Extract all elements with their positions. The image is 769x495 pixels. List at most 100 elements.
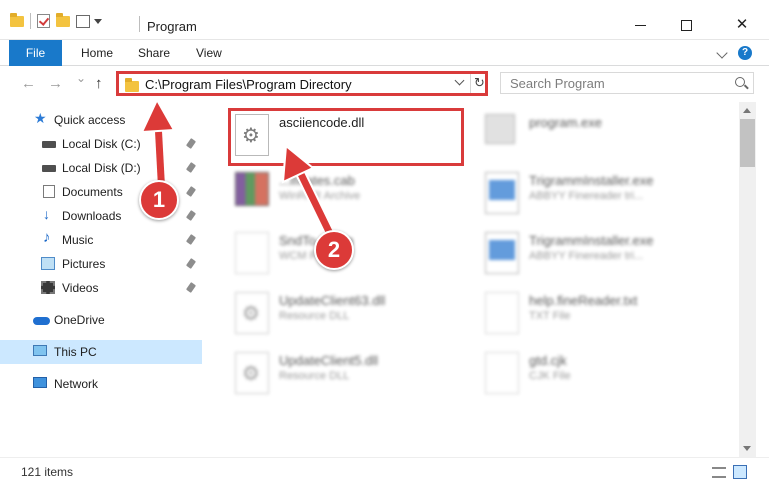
toolbar-separator (30, 13, 31, 29)
minimize-icon (634, 24, 646, 26)
new-folder-icon[interactable] (56, 12, 70, 27)
window-title: Program (147, 19, 197, 34)
file-item[interactable]: gtd.cjk CJK File (479, 346, 719, 402)
address-dropdown-icon[interactable] (454, 75, 465, 86)
sidebar-item-label: Quick access (54, 113, 126, 127)
recent-locations-button[interactable]: ⌄ (76, 71, 86, 85)
quick-access-star-icon: ★ (34, 110, 47, 126)
file-item[interactable]: TrigrammInstaller.exe ABBYY Finereader t… (479, 166, 719, 222)
file-type: WinRAR Archive (279, 190, 361, 202)
videos-icon (41, 281, 55, 294)
sidebar-item-videos[interactable]: Videos (0, 276, 202, 300)
pin-icon[interactable] (185, 162, 197, 173)
vertical-scrollbar[interactable] (739, 102, 756, 457)
sidebar-item-label: OneDrive (54, 313, 105, 327)
item-count: 121 items (21, 465, 74, 479)
scroll-down-icon[interactable] (743, 446, 751, 451)
search-input[interactable]: Search Program (500, 72, 754, 94)
sidebar-item-label: Local Disk (D:) (62, 161, 141, 175)
file-type: ABBYY Finereader tri... (529, 250, 644, 262)
blank-file-icon (235, 232, 269, 274)
large-icons-view-icon[interactable] (733, 465, 747, 479)
sidebar-item-label: Network (54, 377, 99, 391)
pin-icon[interactable] (185, 282, 197, 293)
music-icon: ♪ (43, 229, 51, 246)
file-item[interactable]: TrigrammInstaller.exe ABBYY Finereader t… (479, 226, 719, 282)
scrollbar-thumb[interactable] (740, 119, 755, 167)
sidebar-item-music[interactable]: ♪ Music (0, 228, 202, 252)
details-view-icon[interactable] (712, 467, 726, 478)
pin-icon[interactable] (185, 234, 197, 245)
archive-icon (235, 172, 269, 206)
installer-icon (485, 172, 519, 214)
file-type: Resource DLL (279, 370, 350, 382)
disk-icon (42, 141, 56, 148)
blank-file-icon (485, 352, 519, 394)
file-name: ...ificates.cab (279, 173, 355, 188)
close-button[interactable]: ✕ (720, 10, 764, 40)
sidebar-item-label: Downloads (62, 209, 122, 223)
file-name: help.fineReader.txt (529, 293, 638, 308)
properties-icon[interactable] (76, 14, 90, 28)
tab-file[interactable]: File (9, 40, 62, 66)
sidebar-item-label: Pictures (62, 257, 106, 271)
file-name: UpdateClient5.dll (279, 353, 379, 368)
customize-toolbar-dropdown-icon[interactable] (94, 18, 102, 24)
minimize-button[interactable] (618, 10, 662, 40)
sidebar-item-label: Music (62, 233, 94, 247)
sidebar-item-quick-access[interactable]: ★ Quick access (0, 108, 202, 132)
address-bar[interactable]: C:\Program Files\Program Directory ↻ (116, 71, 488, 96)
sidebar-item-label: This PC (54, 345, 97, 359)
file-name: TrigrammInstaller.exe (529, 173, 654, 188)
file-item[interactable]: UpdateClient5.dll Resource DLL (229, 346, 469, 402)
file-item[interactable]: UpdateClient63.dll Resource DLL (229, 286, 469, 342)
refresh-icon[interactable]: ↻ (474, 75, 485, 91)
gear-file-icon (235, 352, 269, 394)
folder-icon[interactable] (10, 12, 24, 27)
tab-share[interactable]: Share (125, 40, 183, 66)
file-item[interactable]: ...ificates.cab WinRAR Archive (229, 166, 469, 222)
pin-icon[interactable] (185, 138, 197, 149)
step-badge-1: 1 (139, 180, 179, 220)
sidebar-item-local-disk-c[interactable]: Local Disk (C:) (0, 132, 202, 156)
back-button[interactable]: ← (21, 75, 36, 92)
disk-icon (42, 165, 56, 172)
help-icon[interactable]: ? (738, 46, 752, 60)
sidebar-item-pictures[interactable]: Pictures (0, 252, 202, 276)
file-item[interactable]: help.fineReader.txt TXT File (479, 286, 719, 342)
pin-icon[interactable] (185, 258, 197, 269)
file-name: TrigrammInstaller.exe (529, 233, 654, 248)
pin-icon[interactable] (185, 210, 197, 221)
program-exe-icon (485, 114, 515, 144)
file-highlight-box (228, 108, 464, 166)
sidebar-item-network[interactable]: Network (0, 372, 202, 396)
status-bar: 121 items (0, 457, 769, 495)
sidebar-item-this-pc[interactable]: This PC (0, 340, 202, 364)
properties-check-icon[interactable] (37, 14, 50, 28)
title-separator (139, 16, 140, 32)
tab-view[interactable]: View (183, 40, 235, 66)
search-icon (735, 77, 745, 87)
address-separator (470, 74, 471, 93)
address-path[interactable]: C:\Program Files\Program Directory (145, 77, 352, 92)
file-type: TXT File (529, 310, 571, 322)
file-type: CJK File (529, 370, 571, 382)
sidebar-item-onedrive[interactable]: OneDrive (0, 308, 202, 332)
quick-access-toolbar (10, 12, 102, 29)
address-folder-icon (125, 78, 139, 92)
up-button[interactable]: ↑ (95, 75, 103, 92)
file-type: ABBYY Finereader tri... (529, 190, 644, 202)
sidebar-item-local-disk-d[interactable]: Local Disk (D:) (0, 156, 202, 180)
documents-icon (43, 185, 55, 198)
navigation-bar: ← → ⌄ ↑ C:\Program Files\Program Directo… (0, 66, 769, 102)
onedrive-cloud-icon (33, 317, 50, 325)
pin-icon[interactable] (185, 186, 197, 197)
network-icon (33, 377, 47, 388)
scroll-up-icon[interactable] (743, 108, 751, 113)
forward-button[interactable]: → (48, 75, 63, 92)
tab-home[interactable]: Home (68, 40, 126, 66)
step-badge-2: 2 (314, 230, 354, 270)
maximize-button[interactable] (664, 10, 708, 40)
file-item[interactable]: program.exe (479, 108, 719, 164)
file-name: UpdateClient63.dll (279, 293, 386, 308)
